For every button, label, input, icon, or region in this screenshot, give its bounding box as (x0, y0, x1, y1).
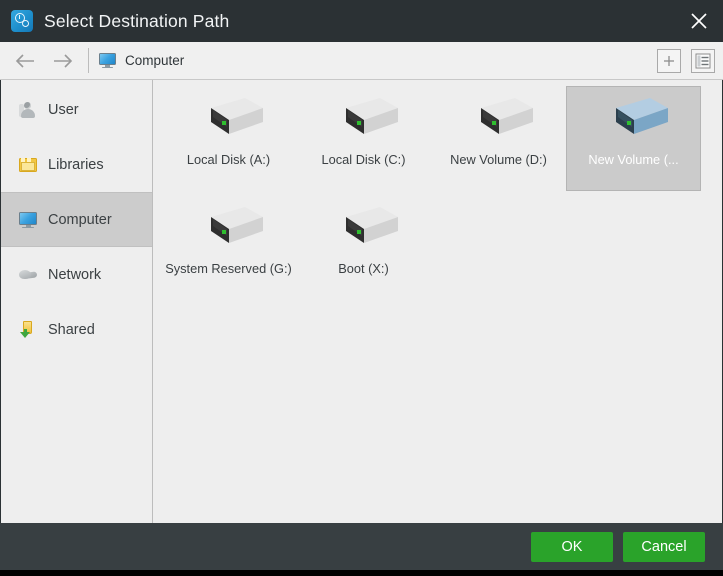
user-icon (18, 100, 38, 120)
computer-monitor-icon (99, 53, 116, 69)
hard-drive-icon (598, 94, 670, 146)
arrow-right-icon[interactable] (44, 42, 82, 79)
nav-divider (88, 48, 89, 73)
dialog-body: User Libraries Computer Network Shared L… (0, 80, 723, 523)
sidebar-item-network[interactable]: Network (1, 247, 152, 302)
drive-item[interactable]: Boot (X:) (296, 195, 431, 300)
sidebar-item-libraries[interactable]: Libraries (1, 137, 152, 192)
hard-drive-icon (193, 203, 265, 255)
network-globe-icon (18, 265, 38, 285)
sidebar-item-label: Shared (48, 321, 95, 338)
ok-button[interactable]: OK (531, 531, 613, 562)
nav-tools (657, 48, 715, 73)
drive-label: Local Disk (A:) (186, 152, 271, 167)
drive-label: New Volume (... (588, 152, 679, 167)
window-title: Select Destination Path (44, 10, 230, 31)
computer-monitor-icon (18, 210, 38, 230)
drive-label: Local Disk (C:) (321, 152, 406, 167)
libraries-folder-icon (18, 155, 38, 175)
drive-item[interactable]: New Volume (D:) (431, 86, 566, 191)
sidebar-item-computer[interactable]: Computer (1, 192, 152, 247)
navigation-bar: Computer (0, 42, 723, 80)
drive-item[interactable]: Local Disk (C:) (296, 86, 431, 191)
drive-item[interactable]: Local Disk (A:) (161, 86, 296, 191)
hard-drive-icon (328, 94, 400, 146)
sidebar-item-shared[interactable]: Shared (1, 302, 152, 357)
drive-label: System Reserved (G:) (165, 261, 292, 276)
drive-label: Boot (X:) (338, 261, 389, 276)
title-bar: Select Destination Path (0, 0, 723, 42)
close-icon[interactable] (675, 0, 723, 42)
shared-folder-icon (18, 320, 38, 340)
sidebar-item-label: User (48, 101, 79, 118)
select-destination-path-dialog: Select Destination Path Computer User Li… (0, 0, 723, 570)
hard-drive-icon (463, 94, 535, 146)
sidebar-item-label: Computer (48, 211, 112, 228)
arrow-left-icon[interactable] (6, 42, 44, 79)
plus-icon[interactable] (657, 48, 681, 73)
dialog-footer: OK Cancel (0, 523, 723, 570)
breadcrumb[interactable]: Computer (99, 53, 185, 69)
sidebar-item-label: Network (48, 266, 102, 283)
list-view-icon[interactable] (691, 48, 715, 73)
hard-drive-icon (193, 94, 265, 146)
sidebar: User Libraries Computer Network Shared (1, 80, 153, 523)
sidebar-item-label: Libraries (48, 156, 104, 173)
clock-gear-icon (11, 10, 33, 32)
breadcrumb-label: Computer (125, 53, 185, 68)
sidebar-item-user[interactable]: User (1, 82, 152, 137)
drive-label: New Volume (D:) (450, 152, 547, 167)
hard-drive-icon (328, 203, 400, 255)
cancel-button[interactable]: Cancel (623, 531, 705, 562)
drive-item[interactable]: System Reserved (G:) (161, 195, 296, 300)
drive-item-selected[interactable]: New Volume (... (566, 86, 701, 191)
drive-list: Local Disk (A:) Local Disk (C:) New Volu… (153, 80, 722, 523)
